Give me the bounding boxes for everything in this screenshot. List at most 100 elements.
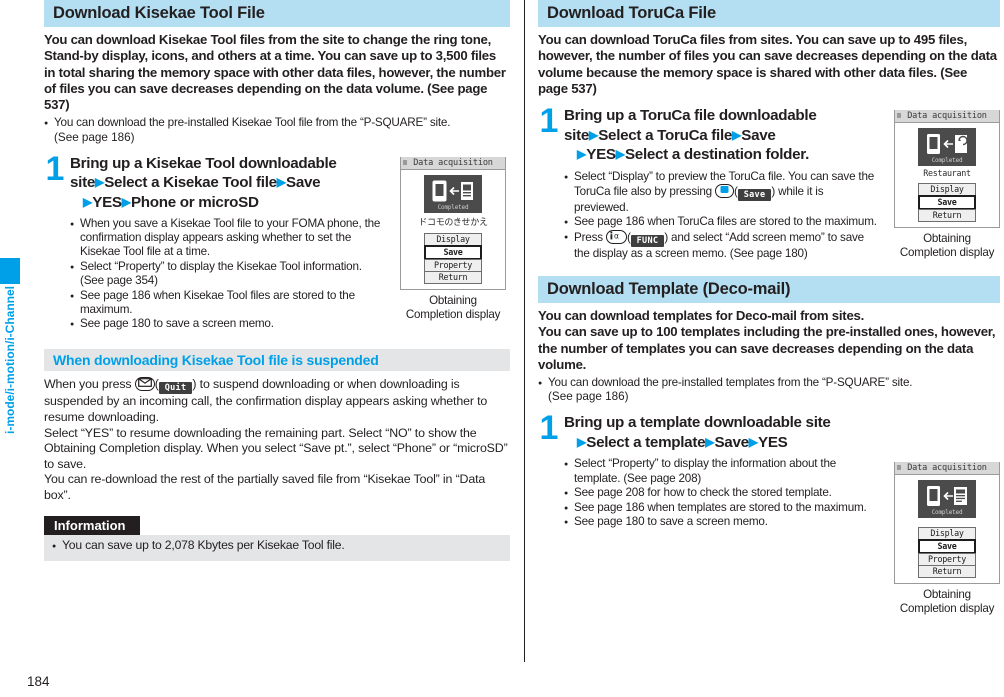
section-header-kisekae: Download Kisekae Tool File [44,0,510,27]
step-title-line2-c: YES [757,433,788,451]
step-title-line2-c: Save [741,126,776,144]
section-header-toruca: Download ToruCa File [538,0,1000,27]
softkey-quit: Quit [158,382,193,395]
column-divider [524,0,525,662]
page-number: 184 [27,674,50,689]
step-title-line2-c: Save [286,174,321,192]
toruca-bullet3-a: Press [574,230,606,244]
list-item: You can save up to 2,078 Kbytes per Kise… [52,538,502,555]
figure-caption: Obtaining Completion display [394,294,512,321]
step-title-line2-a: site [70,174,95,192]
template-lead-line2: You can save up to 100 templates includi… [538,324,996,372]
step-body: Select “Property” to display the informa… [564,457,878,531]
list-item: Press α(FUNC) and select “Add screen mem… [564,229,878,261]
center-key-icon [715,183,735,198]
step-body: When you save a Kisekae Tool file to you… [70,217,384,333]
triangle-icon: ▶ [588,127,599,142]
suspend-paragraph-2: Select “YES” to resume downloading the r… [44,425,508,471]
figure-caption-line2: Completion display [899,245,995,259]
phone-title-bar: Data acquisition [895,110,999,123]
right-column: Download ToruCa File You can download To… [538,0,1000,531]
completed-label: Completed [931,509,963,516]
phone-mockup: Data acquisition Completed Restaurant Di… [894,110,1000,228]
step-title-line2-b: Select a ToruCa file [598,126,733,144]
list-item: Select “Display” to preview the ToruCa f… [564,170,878,215]
imode-key-icon: α [605,229,627,244]
template-phone-figure: Data acquisition Completed Display Save … [894,462,1004,615]
mail-key-icon [134,377,155,392]
suspend-paragraph-1: When you press (Quit) to suspend downloa… [44,377,488,425]
information-list: You can save up to 2,078 Kbytes per Kise… [52,538,502,555]
template-lead-line1: You can download templates for Deco-mail… [538,308,865,324]
list-item: See page 180 to save a screen memo. [564,515,878,531]
side-tab-color-block [0,258,20,284]
download-complete-icon: Completed [918,480,976,518]
triangle-icon: ▶ [83,194,93,209]
kisekae-lead-paragraph: You can download Kisekae Tool files from… [44,32,506,113]
phone-menu: Display Save Property Return [918,527,976,578]
menu-item-return[interactable]: Return [918,209,976,222]
figure-caption-line1: Obtaining [429,294,477,307]
triangle-icon: ▶ [577,434,587,449]
toruca-phone-figure: Data acquisition Completed Restaurant Di… [894,110,1004,259]
list-item: When you save a Kisekae Tool file to you… [70,217,384,259]
figure-caption-line1: Obtaining [923,588,971,601]
phone-menu: Display Save Return [918,183,976,222]
figure-caption-line1: Obtaining [923,232,971,245]
list-item: See page 186 when ToruCa files are store… [564,215,878,231]
information-box: Information You can save up to 2,078 Kby… [44,515,510,561]
step-title-line2-b: Save [714,433,749,451]
list-item: See page 180 to save a screen memo. [70,317,384,333]
step-title-line3-b: Phone or microSD [130,193,259,211]
menu-item-return[interactable]: Return [424,271,482,284]
step-title-line3-a: YES [586,146,616,164]
subsection-header-suspended: When downloading Kisekae Tool file is su… [44,349,510,372]
download-complete-icon: Completed [918,128,976,166]
phone-menu: Display Save Property Return [424,233,482,284]
phone-mockup: Data acquisition Completed Display Save … [894,462,1000,584]
step-title-line1: Bring up a Kisekae Tool downloadable [70,154,337,172]
information-body: You can save up to 2,078 Kbytes per Kise… [44,534,510,561]
list-item: Select “Property” to display the informa… [564,457,878,485]
list-item: You can download the pre-installed templ… [538,376,1000,392]
step-title: Bring up a template downloadable site ▶S… [564,414,878,452]
menu-item-save[interactable]: Save [918,195,976,210]
triangle-icon: ▶ [748,434,758,449]
template-step-1: 1 Bring up a template downloadable site … [538,411,878,531]
completed-label: Completed [437,204,469,211]
phone-screen: Completed Display Save Property Return [895,475,999,583]
toruca-lead-paragraph: You can download ToruCa files from sites… [538,32,997,96]
completed-label: Completed [931,157,963,164]
download-complete-icon: Completed [424,175,482,213]
section-header-template: Download Template (Deco-mail) [538,276,1000,304]
menu-item-save[interactable]: Save [424,245,482,260]
phone-title-bar: Data acquisition [895,462,999,475]
step-title-line3-a: YES [92,193,122,211]
template-lead-bullet-continuation: (See page 186) [548,390,629,404]
kisekae-step-bullets: When you save a Kisekae Tool file to you… [70,217,384,333]
phone-screen: Completed Restaurant Display Save Return [895,123,999,227]
toruca-step-1: 1 Bring up a ToruCa file downloadable si… [538,102,878,261]
kisekae-step-1: 1 Bring up a Kisekae Tool downloadable s… [44,149,384,334]
information-header: Information [44,515,140,535]
figure-caption: Obtaining Completion display [888,588,1004,615]
step-title: Bring up a ToruCa file downloadable site… [564,107,878,165]
list-item: Select “Property” to display the Kisekae… [70,260,384,288]
menu-item-save[interactable]: Save [918,539,976,554]
phone-file-name: ドコモのきせかえ [418,218,488,228]
step-number: 1 [539,102,559,141]
step-body: Select “Display” to preview the ToruCa f… [564,170,878,261]
step-number: 1 [45,149,65,188]
template-step-bullets: Select “Property” to display the informa… [564,457,878,531]
softkey-func: FUNC [630,234,665,247]
suspend-text-a: When you press [44,377,135,392]
kisekae-lead-bullet-continuation: (See page 186) [54,130,135,144]
template-lead-bullets: You can download the pre-installed templ… [538,376,1000,392]
phone-screen: Completed ドコモのきせかえ Display Save Property… [401,170,505,289]
side-tab-label: i-mode/i-motion/i-Channel [3,286,17,434]
softkey-save: Save [737,188,772,201]
triangle-icon: ▶ [577,147,587,162]
figure-caption-line2: Completion display [899,601,995,615]
list-item: See page 208 for how to check the stored… [564,486,878,502]
menu-item-return[interactable]: Return [918,565,976,578]
